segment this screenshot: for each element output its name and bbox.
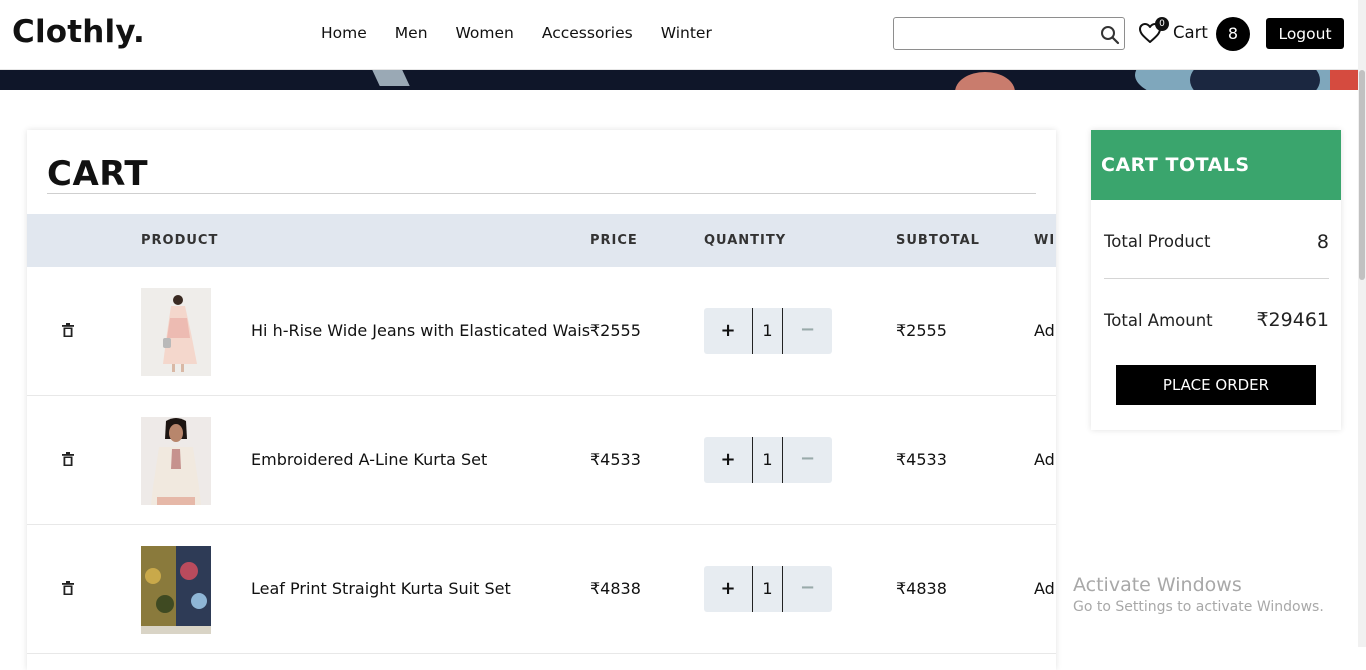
quantity-value: 1 [752,566,783,612]
decrease-quantity-button[interactable]: − [783,437,832,483]
search-box [893,17,1125,50]
total-product-value: 8 [1316,231,1329,253]
column-header-price: PRICE [590,233,638,248]
quantity-stepper: + 1 − [704,308,832,354]
banner-decoration [1190,70,1320,90]
column-header-subtotal: SUBTOTAL [896,233,980,248]
hero-banner-strip [0,70,1358,90]
quantity-stepper: + 1 − [704,566,832,612]
divider [47,193,1036,194]
total-amount-value: ₹29461 [1256,309,1329,331]
add-to-wishlist-link[interactable]: Ad [1034,450,1055,469]
delete-trash-icon[interactable] [62,581,74,596]
row-subtotal: ₹4533 [896,450,947,469]
cart-link[interactable]: Cart [1173,23,1208,42]
scrollbar-thumb[interactable] [1359,70,1365,280]
table-row: Hi h-Rise Wide Jeans with Elasticated Wa… [27,267,1056,396]
logout-button[interactable]: Logout [1266,18,1344,49]
search-input[interactable] [894,18,1094,49]
row-subtotal: ₹2555 [896,321,947,340]
column-header-quantity: QUANTITY [704,233,787,248]
divider [1104,278,1329,279]
cart-panel: CART PRODUCT PRICE QUANTITY SUBTOTAL WIS… [27,130,1056,670]
add-to-wishlist-link[interactable]: Ad [1034,321,1055,340]
site-header: Clothly. Home Men Women Accessories Wint… [0,0,1358,70]
cart-table-header: PRODUCT PRICE QUANTITY SUBTOTAL WIS [27,214,1056,267]
product-name[interactable]: Hi h-Rise Wide Jeans with Elasticated Wa… [251,321,591,340]
product-price: ₹4838 [590,579,641,598]
product-image[interactable] [141,417,211,505]
total-product-label: Total Product [1104,232,1211,251]
increase-quantity-button[interactable]: + [704,308,752,354]
banner-decoration [1330,70,1358,90]
wishlist-count-badge: 0 [1155,17,1169,31]
table-row: Embroidered A-Line Kurta Set ₹4533 + 1 −… [27,396,1056,525]
row-subtotal: ₹4838 [896,579,947,598]
cart-totals-panel: CART TOTALS Total Product 8 Total Amount… [1091,130,1341,430]
delete-trash-icon[interactable] [62,323,74,338]
nav-winter[interactable]: Winter [661,24,712,42]
quantity-stepper: + 1 − [704,437,832,483]
product-price: ₹2555 [590,321,641,340]
cart-totals-title: CART TOTALS [1101,154,1250,176]
product-image[interactable] [141,546,211,634]
product-name[interactable]: Embroidered A-Line Kurta Set [251,450,591,469]
activate-windows-subtitle: Go to Settings to activate Windows. [1073,599,1324,615]
increase-quantity-button[interactable]: + [704,566,752,612]
column-header-wishlist: WIS [1034,233,1056,248]
nav-accessories[interactable]: Accessories [542,24,633,42]
quantity-value: 1 [752,308,783,354]
decrease-quantity-button[interactable]: − [783,566,832,612]
increase-quantity-button[interactable]: + [704,437,752,483]
nav-women[interactable]: Women [456,24,514,42]
cart-totals-header: CART TOTALS [1091,130,1341,200]
product-image[interactable] [141,288,211,376]
nav-home[interactable]: Home [321,24,367,42]
product-price: ₹4533 [590,450,641,469]
column-header-product: PRODUCT [141,233,219,248]
brand-logo[interactable]: Clothly. [12,14,145,50]
place-order-button[interactable]: PLACE ORDER [1116,365,1316,405]
quantity-value: 1 [752,437,783,483]
cart-title: CART [47,154,149,194]
delete-trash-icon[interactable] [62,452,74,467]
search-icon[interactable] [1100,25,1120,45]
table-row: Leaf Print Straight Kurta Suit Set ₹4838… [27,525,1056,654]
nav-men[interactable]: Men [395,24,428,42]
total-amount-label: Total Amount [1104,311,1213,330]
cart-count-badge[interactable]: 8 [1216,17,1250,51]
page-scrollbar[interactable] [1358,0,1366,647]
banner-decoration [372,70,410,86]
add-to-wishlist-link[interactable]: Ad [1034,579,1055,598]
product-name[interactable]: Leaf Print Straight Kurta Suit Set [251,579,591,598]
main-nav: Home Men Women Accessories Winter [321,24,712,42]
banner-decoration [955,72,1015,90]
decrease-quantity-button[interactable]: − [783,308,832,354]
activate-windows-title: Activate Windows [1073,574,1242,596]
